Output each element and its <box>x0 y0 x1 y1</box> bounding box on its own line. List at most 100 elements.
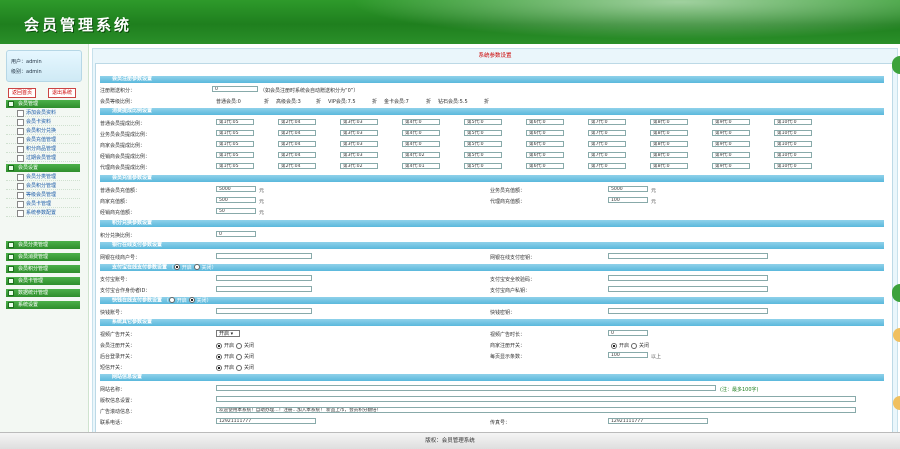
bank-key-input[interactable] <box>608 253 768 259</box>
menu-head[interactable]: 会员卡管理 <box>6 277 80 285</box>
menu-item[interactable]: 过期会员管理 <box>6 154 80 162</box>
bulb-icon[interactable] <box>893 328 900 342</box>
exchange-ratio-input[interactable]: 0 <box>216 231 256 237</box>
commission-cell-input[interactable]: 第4代:02 <box>402 152 440 158</box>
menu-head[interactable]: 会员消费管理 <box>6 253 80 261</box>
copyright-input[interactable] <box>216 396 856 402</box>
commission-cell-input[interactable]: 第9代:0 <box>712 152 750 158</box>
recharge-input[interactable]: 500 <box>216 197 256 203</box>
commission-cell-input[interactable]: 第9代:0 <box>712 119 750 125</box>
bank-merchant-input[interactable] <box>216 253 312 259</box>
kuaiqian-off-radio[interactable]: 关闭） <box>188 297 212 304</box>
commission-cell-input[interactable]: 第5代:0 <box>464 119 502 125</box>
commission-cell-input[interactable]: 第1代:05 <box>216 130 254 136</box>
commission-cell-input[interactable]: 第8代:0 <box>650 141 688 147</box>
merchant-register-off[interactable]: 关闭 <box>631 342 649 349</box>
commission-cell-input[interactable]: 第3代:02 <box>340 163 378 169</box>
commission-cell-input[interactable]: 第6代:0 <box>526 130 564 136</box>
menu-head[interactable]: 数据统计管理 <box>6 289 80 297</box>
menu-item[interactable]: 会员充值管理 <box>6 136 80 144</box>
recharge-input[interactable]: 50 <box>216 208 256 214</box>
commission-cell-input[interactable]: 第8代:0 <box>650 152 688 158</box>
commission-cell-input[interactable]: 第6代:0 <box>526 119 564 125</box>
bulb-icon[interactable] <box>893 396 900 410</box>
alipay-partner-input[interactable] <box>216 286 312 292</box>
menu-item[interactable]: 添加会员资料 <box>6 109 80 117</box>
sms-off[interactable]: 关闭 <box>236 364 254 371</box>
right-edge-tab[interactable] <box>892 284 900 302</box>
commission-cell-input[interactable]: 第4代:01 <box>402 163 440 169</box>
menu-item[interactable]: 会员卡管理 <box>6 200 80 208</box>
commission-cell-input[interactable]: 第9代:0 <box>712 163 750 169</box>
commission-cell-input[interactable]: 第4代:0 <box>402 141 440 147</box>
right-edge-tab[interactable] <box>892 56 900 74</box>
site-name-input[interactable] <box>216 385 716 391</box>
menu-item[interactable]: 会员积分兑换 <box>6 127 80 135</box>
kuaiqian-account-input[interactable] <box>216 308 312 314</box>
menu-item[interactable]: 会员分类管理 <box>6 173 80 181</box>
menu-item[interactable]: 系统参数配置 <box>6 209 80 217</box>
commission-cell-input[interactable]: 第9代:0 <box>712 141 750 147</box>
commission-cell-input[interactable]: 第1代:05 <box>216 119 254 125</box>
commission-cell-input[interactable]: 第6代:0 <box>526 163 564 169</box>
admin-login-on[interactable]: 开启 <box>216 353 234 360</box>
commission-cell-input[interactable]: 第7代:0 <box>588 163 626 169</box>
commission-cell-input[interactable]: 第4代:0 <box>402 119 440 125</box>
register-points-input[interactable]: 0 <box>212 86 258 92</box>
commission-cell-input[interactable]: 第3代:03 <box>340 130 378 136</box>
member-register-on[interactable]: 开启 <box>216 342 234 349</box>
commission-cell-input[interactable]: 第6代:0 <box>526 141 564 147</box>
menu-item[interactable]: 积分商品管理 <box>6 145 80 153</box>
kuaiqian-key-input[interactable] <box>608 308 768 314</box>
commission-cell-input[interactable]: 第10代:0 <box>774 119 812 125</box>
fax-input[interactable]: 12921111777 <box>608 418 708 424</box>
commission-cell-input[interactable]: 第4代:0 <box>402 130 440 136</box>
menu-head-settings[interactable]: 会员设置 <box>6 164 80 172</box>
admin-login-off[interactable]: 关闭 <box>236 353 254 360</box>
commission-cell-input[interactable]: 第5代:0 <box>464 141 502 147</box>
commission-cell-input[interactable]: 第3代:03 <box>340 119 378 125</box>
commission-cell-input[interactable]: 第1代:05 <box>216 152 254 158</box>
commission-cell-input[interactable]: 第7代:0 <box>588 141 626 147</box>
sms-on[interactable]: 开启 <box>216 364 234 371</box>
commission-cell-input[interactable]: 第10代:0 <box>774 152 812 158</box>
home-button[interactable]: 返回首页 <box>8 88 36 98</box>
alipay-privkey-input[interactable] <box>608 286 768 292</box>
alipay-code-input[interactable] <box>608 275 768 281</box>
recharge-input[interactable]: 5000 <box>216 186 256 192</box>
member-register-off[interactable]: 关闭 <box>236 342 254 349</box>
commission-cell-input[interactable]: 第3代:03 <box>340 152 378 158</box>
commission-cell-input[interactable]: 第8代:0 <box>650 130 688 136</box>
commission-cell-input[interactable]: 第10代:0 <box>774 141 812 147</box>
alipay-off-radio[interactable]: 关闭） <box>193 264 217 271</box>
commission-cell-input[interactable]: 第2代:04 <box>278 152 316 158</box>
page-size-input[interactable]: 100 <box>608 352 648 358</box>
menu-head[interactable]: 会员分类管理 <box>6 241 80 249</box>
phone-input[interactable]: 12921111777 <box>216 418 316 424</box>
menu-item[interactable]: 会员卡资料 <box>6 118 80 126</box>
video-duration-input[interactable]: 0 <box>608 330 648 336</box>
commission-cell-input[interactable]: 第5代:0 <box>464 130 502 136</box>
commission-cell-input[interactable]: 第2代:04 <box>278 119 316 125</box>
menu-head[interactable]: 会员积分管理 <box>6 265 80 273</box>
commission-cell-input[interactable]: 第8代:0 <box>650 119 688 125</box>
merchant-register-on[interactable]: 开启 <box>611 342 629 349</box>
commission-cell-input[interactable]: 第10代:0 <box>774 130 812 136</box>
commission-cell-input[interactable]: 第2代:04 <box>278 163 316 169</box>
commission-cell-input[interactable]: 第8代:0 <box>650 163 688 169</box>
recharge-input[interactable]: 100 <box>608 197 648 203</box>
commission-cell-input[interactable]: 第3代:03 <box>340 141 378 147</box>
ad-scroll-input[interactable]: 欢迎使用本系统！自助办理…！注册…加入本系统！ 新品上市，会员积分翻倍！ <box>216 407 856 413</box>
commission-cell-input[interactable]: 第7代:0 <box>588 152 626 158</box>
menu-head[interactable]: 系统设置 <box>6 301 80 309</box>
commission-cell-input[interactable]: 第1代:05 <box>216 141 254 147</box>
logout-button[interactable]: 退出系统 <box>48 88 76 98</box>
menu-item[interactable]: 等级会员管理 <box>6 191 80 199</box>
commission-cell-input[interactable]: 第2代:04 <box>278 141 316 147</box>
commission-cell-input[interactable]: 第5代:0 <box>464 163 502 169</box>
commission-cell-input[interactable]: 第7代:0 <box>588 130 626 136</box>
commission-cell-input[interactable]: 第1代:05 <box>216 163 254 169</box>
commission-cell-input[interactable]: 第7代:0 <box>588 119 626 125</box>
alipay-account-input[interactable] <box>216 275 312 281</box>
menu-head-members[interactable]: 会员管理 <box>6 100 80 108</box>
